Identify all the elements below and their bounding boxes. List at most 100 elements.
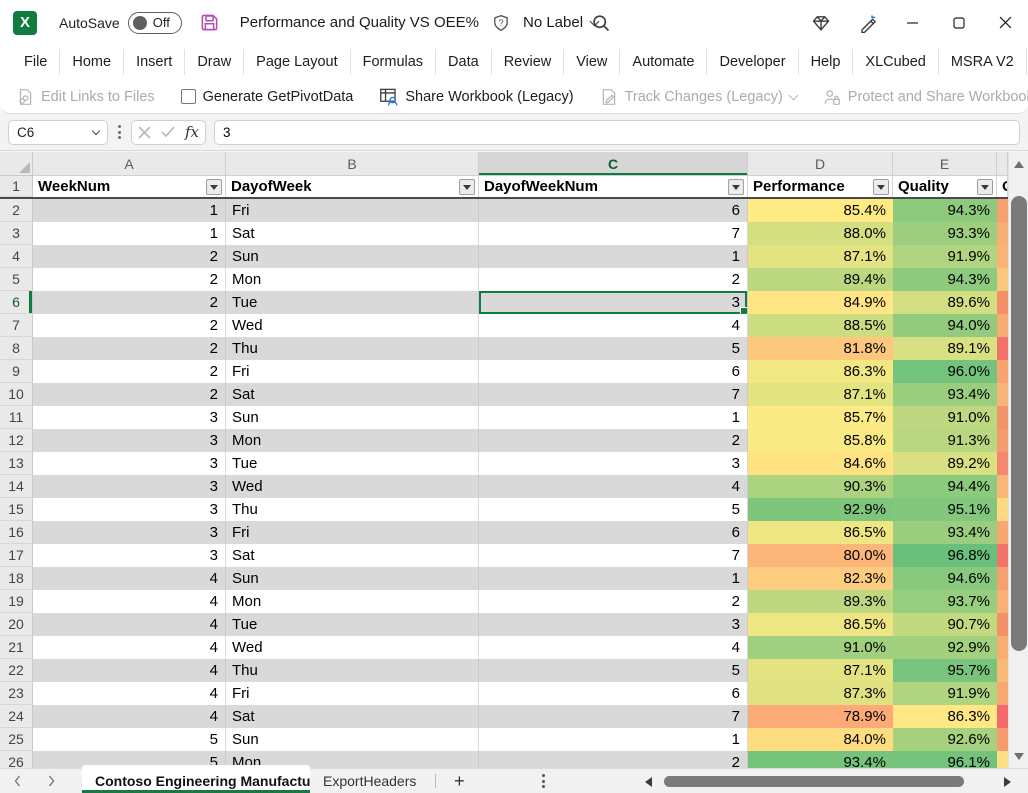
cell-B23[interactable]: Fri xyxy=(226,682,479,705)
cell-F13[interactable] xyxy=(997,452,1008,475)
row-number-25[interactable]: 25 xyxy=(0,728,33,751)
cell-B19[interactable]: Mon xyxy=(226,590,479,613)
cell-F5[interactable] xyxy=(997,268,1008,291)
formula-input[interactable]: 3 xyxy=(214,120,1020,145)
cell-C22[interactable]: 5 xyxy=(479,659,748,682)
cell-C21[interactable]: 4 xyxy=(479,636,748,659)
cell-B11[interactable]: Sun xyxy=(226,406,479,429)
maximize-icon[interactable] xyxy=(936,0,982,45)
ribbon-tab-help[interactable]: Help xyxy=(798,49,853,75)
cell-C14[interactable]: 4 xyxy=(479,475,748,498)
cell-C19[interactable]: 2 xyxy=(479,590,748,613)
scroll-right-icon[interactable] xyxy=(999,777,1015,787)
cell-F15[interactable] xyxy=(997,498,1008,521)
cell-B3[interactable]: Sat xyxy=(226,222,479,245)
cancel-icon[interactable] xyxy=(138,126,151,139)
cell-E14[interactable]: 94.4% xyxy=(893,475,997,498)
cell-F18[interactable] xyxy=(997,567,1008,590)
cell-B18[interactable]: Sun xyxy=(226,567,479,590)
toolbar-item-share-workbook-legacy-[interactable]: Share Workbook (Legacy) xyxy=(379,87,573,106)
cell-E4[interactable]: 91.9% xyxy=(893,245,997,268)
filter-arrow-icon[interactable] xyxy=(206,179,222,195)
cell-F11[interactable] xyxy=(997,406,1008,429)
row-number-12[interactable]: 12 xyxy=(0,429,33,452)
cell-B14[interactable]: Wed xyxy=(226,475,479,498)
cell-E7[interactable]: 94.0% xyxy=(893,314,997,337)
cell-F22[interactable] xyxy=(997,659,1008,682)
name-box-chevron-icon[interactable] xyxy=(92,126,100,134)
sheet-tab-contoso[interactable]: Contoso Engineering Manufacturi xyxy=(82,765,310,793)
cell-B20[interactable]: Tue xyxy=(226,613,479,636)
cell-D4[interactable]: 87.1% xyxy=(748,245,893,268)
scroll-left-icon[interactable] xyxy=(640,777,656,787)
ribbon-tab-data[interactable]: Data xyxy=(435,49,491,75)
cell-E23[interactable]: 91.9% xyxy=(893,682,997,705)
cell-A10[interactable]: 2 xyxy=(33,383,226,406)
row-number-11[interactable]: 11 xyxy=(0,406,33,429)
cell-A23[interactable]: 4 xyxy=(33,682,226,705)
cell-A18[interactable]: 4 xyxy=(33,567,226,590)
cell-D17[interactable]: 80.0% xyxy=(748,544,893,567)
cell-A17[interactable]: 3 xyxy=(33,544,226,567)
cell-A15[interactable]: 3 xyxy=(33,498,226,521)
cell-D8[interactable]: 81.8% xyxy=(748,337,893,360)
cell-A3[interactable]: 1 xyxy=(33,222,226,245)
row-number-16[interactable]: 16 xyxy=(0,521,33,544)
cell-D14[interactable]: 90.3% xyxy=(748,475,893,498)
cell-D2[interactable]: 85.4% xyxy=(748,199,893,222)
cell-F26[interactable] xyxy=(997,751,1008,768)
row-number-9[interactable]: 9 xyxy=(0,360,33,383)
scroll-down-icon[interactable] xyxy=(1009,746,1028,766)
cell-B25[interactable]: Sun xyxy=(226,728,479,751)
row-number-2[interactable]: 2 xyxy=(0,199,33,222)
cell-A24[interactable]: 4 xyxy=(33,705,226,728)
row-number-10[interactable]: 10 xyxy=(0,383,33,406)
cell-A6[interactable]: 2 xyxy=(33,291,226,314)
cell-F24[interactable] xyxy=(997,705,1008,728)
cell-C9[interactable]: 6 xyxy=(479,360,748,383)
enter-icon[interactable] xyxy=(161,126,175,138)
cell-E12[interactable]: 91.3% xyxy=(893,429,997,452)
row-number-8[interactable]: 8 xyxy=(0,337,33,360)
cell-B4[interactable]: Sun xyxy=(226,245,479,268)
cell-D3[interactable]: 88.0% xyxy=(748,222,893,245)
cell-E11[interactable]: 91.0% xyxy=(893,406,997,429)
vertical-scrollbar[interactable] xyxy=(1008,152,1028,768)
autosave-control[interactable]: AutoSave Off xyxy=(59,12,182,34)
cell-E3[interactable]: 93.3% xyxy=(893,222,997,245)
cell-E15[interactable]: 95.1% xyxy=(893,498,997,521)
column-header-quality[interactable]: Quality xyxy=(893,176,997,197)
cell-F14[interactable] xyxy=(997,475,1008,498)
cell-A20[interactable]: 4 xyxy=(33,613,226,636)
horizontal-scrollbar[interactable] xyxy=(640,769,1015,793)
cell-A8[interactable]: 2 xyxy=(33,337,226,360)
cell-F25[interactable] xyxy=(997,728,1008,751)
cell-C18[interactable]: 1 xyxy=(479,567,748,590)
cell-F12[interactable] xyxy=(997,429,1008,452)
autosave-toggle[interactable]: Off xyxy=(128,12,182,34)
cell-D16[interactable]: 86.5% xyxy=(748,521,893,544)
sheet-next-icon[interactable] xyxy=(34,769,68,793)
cell-C6[interactable]: 3 xyxy=(479,291,748,314)
cell-B21[interactable]: Wed xyxy=(226,636,479,659)
cell-B24[interactable]: Sat xyxy=(226,705,479,728)
row-number-17[interactable]: 17 xyxy=(0,544,33,567)
insert-function-icon[interactable]: fx xyxy=(185,123,199,141)
cell-F17[interactable] xyxy=(997,544,1008,567)
cell-E22[interactable]: 95.7% xyxy=(893,659,997,682)
column-letter-clipped[interactable] xyxy=(997,152,1008,176)
cell-C3[interactable]: 7 xyxy=(479,222,748,245)
search-icon[interactable] xyxy=(588,10,614,36)
row-number-20[interactable]: 20 xyxy=(0,613,33,636)
close-icon[interactable] xyxy=(982,0,1028,45)
column-letter-C[interactable]: C xyxy=(479,152,748,176)
cell-E21[interactable]: 92.9% xyxy=(893,636,997,659)
ribbon-tab-view[interactable]: View xyxy=(563,49,619,75)
cell-B22[interactable]: Thu xyxy=(226,659,479,682)
cell-A12[interactable]: 3 xyxy=(33,429,226,452)
cell-F8[interactable] xyxy=(997,337,1008,360)
ribbon-tab-draw[interactable]: Draw xyxy=(184,49,243,75)
cell-B13[interactable]: Tue xyxy=(226,452,479,475)
cell-C10[interactable]: 7 xyxy=(479,383,748,406)
cell-A2[interactable]: 1 xyxy=(33,199,226,222)
